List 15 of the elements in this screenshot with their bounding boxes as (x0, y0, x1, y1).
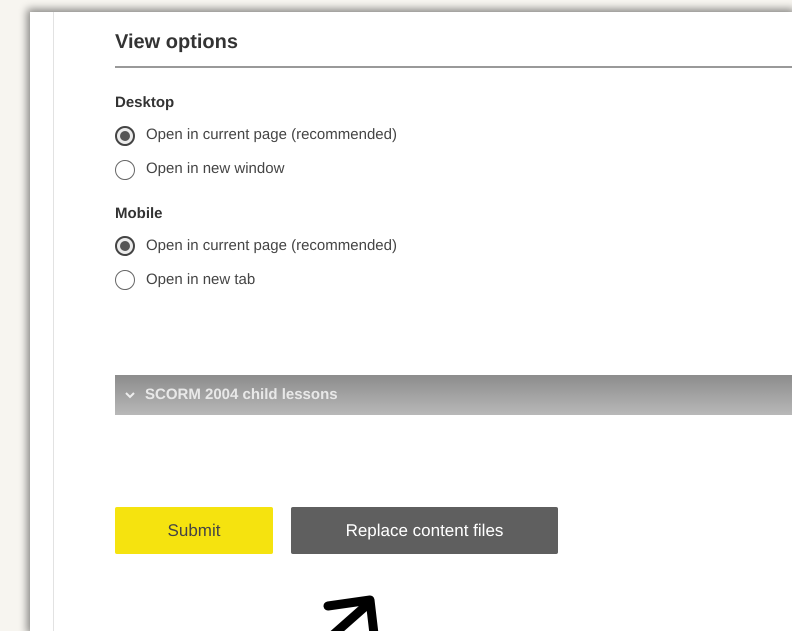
collapsible-label: SCORM 2004 child lessons (145, 384, 338, 405)
group-label: Mobile (115, 204, 164, 224)
replace-files-button[interactable]: Replace content files (291, 507, 558, 554)
radio-button[interactable] (115, 126, 135, 146)
section-heading: View options (115, 12, 792, 68)
radio-button[interactable] (115, 236, 135, 256)
radio-button[interactable] (115, 270, 135, 290)
group-label: Desktop (115, 93, 176, 113)
option-label[interactable]: Open in new tab (146, 268, 256, 292)
radio-button[interactable] (115, 160, 135, 180)
chevron-down-icon (125, 391, 135, 399)
option-label[interactable]: Open in current page (recommended) (146, 234, 397, 258)
option-label[interactable]: Open in current page (recommended) (146, 124, 397, 147)
option-label[interactable]: Open in new window (146, 158, 284, 181)
submit-button[interactable]: Submit (115, 507, 273, 554)
